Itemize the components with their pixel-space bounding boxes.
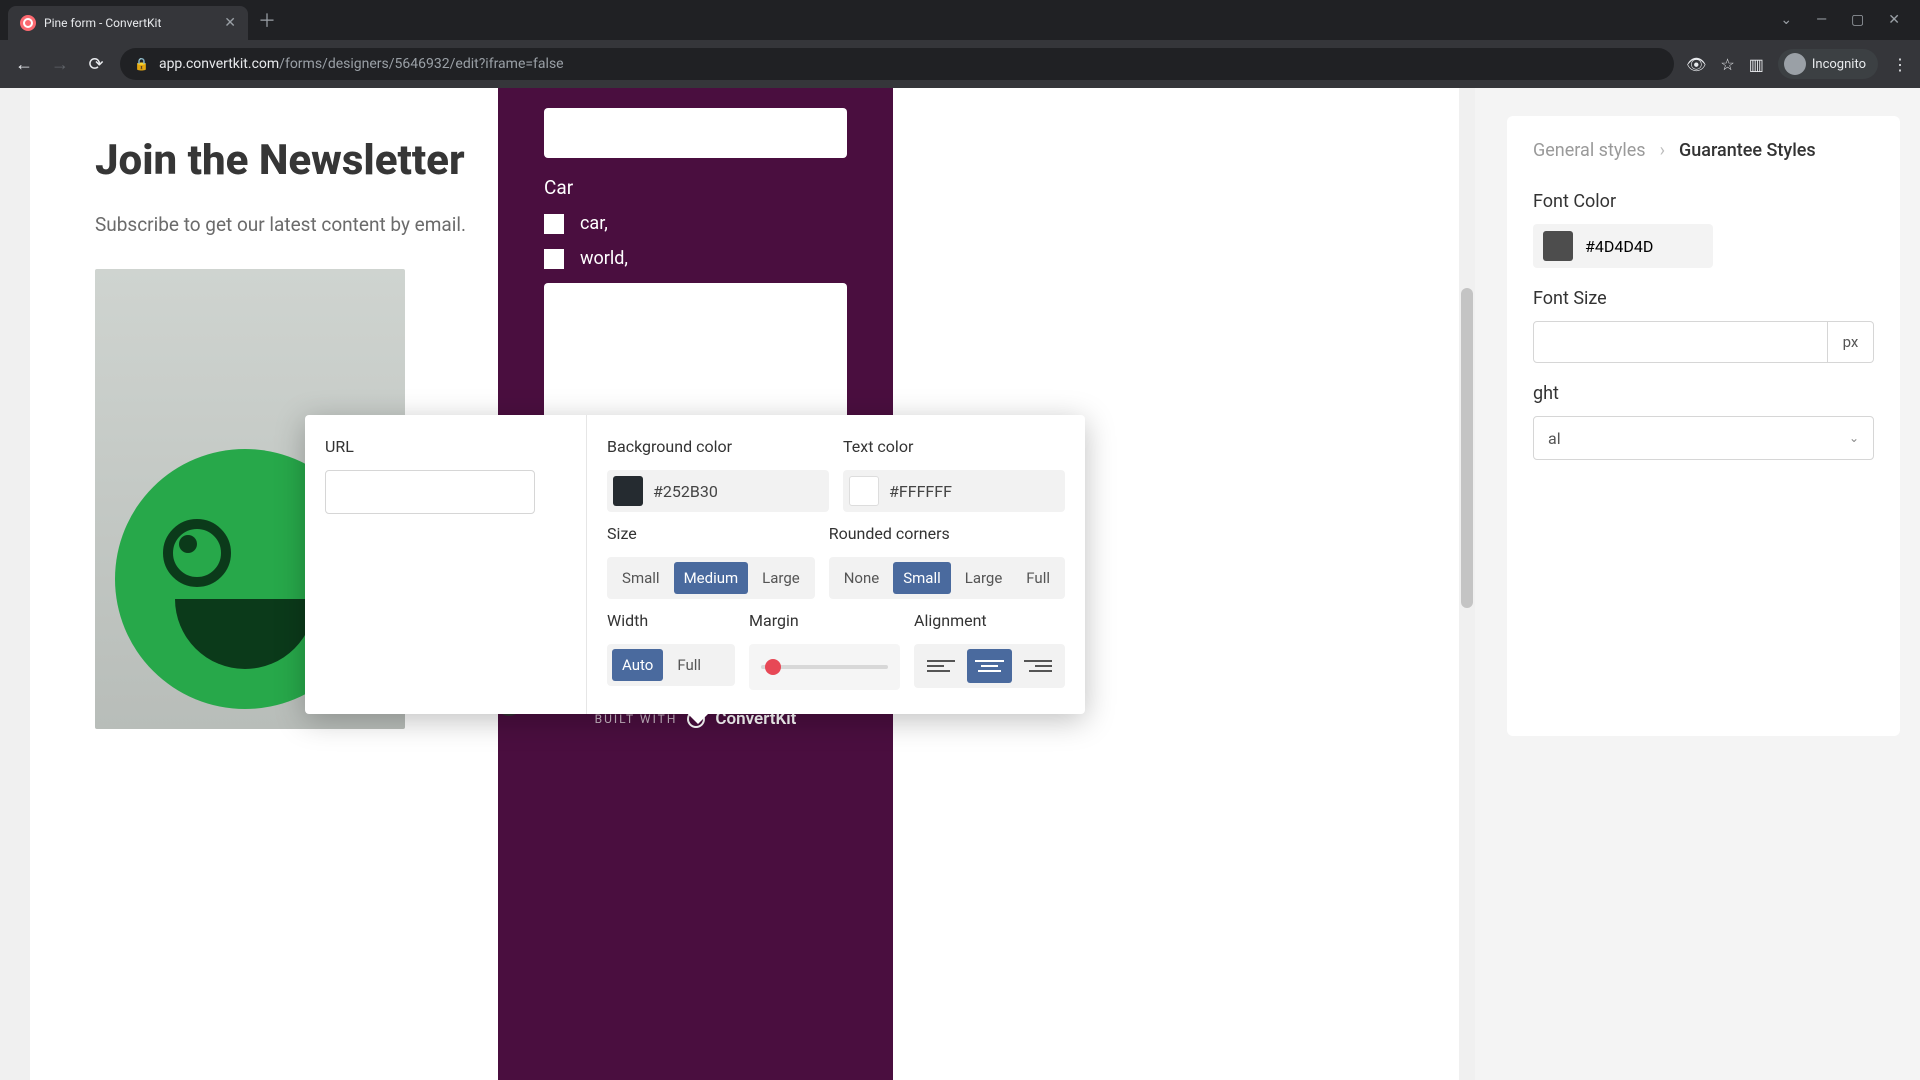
checkbox-label: world, bbox=[580, 248, 628, 269]
font-weight-value-partial: al bbox=[1548, 429, 1561, 448]
corners-full[interactable]: Full bbox=[1016, 562, 1060, 594]
new-tab-button[interactable]: ＋ bbox=[258, 7, 276, 33]
minimize-icon[interactable]: — bbox=[1816, 12, 1827, 28]
font-color-value: #4D4D4D bbox=[1585, 237, 1653, 256]
chevron-right-icon: › bbox=[1660, 140, 1665, 161]
bg-color-value: #252B30 bbox=[653, 482, 718, 501]
font-size-input[interactable] bbox=[1533, 321, 1828, 363]
bg-color-label: Background color bbox=[607, 437, 829, 456]
url-field[interactable]: 🔒 app.convertkit.com/forms/designers/564… bbox=[120, 48, 1674, 80]
corners-none[interactable]: None bbox=[834, 562, 890, 594]
vertical-scrollbar[interactable] bbox=[1459, 88, 1475, 1080]
close-window-icon[interactable]: ✕ bbox=[1888, 12, 1900, 28]
align-left-icon[interactable] bbox=[919, 649, 963, 683]
checkbox-icon[interactable] bbox=[544, 214, 564, 234]
width-auto[interactable]: Auto bbox=[612, 649, 663, 681]
side-panel-icon[interactable]: ▥ bbox=[1749, 55, 1764, 74]
newsletter-subtitle[interactable]: Subscribe to get our latest content by e… bbox=[95, 212, 495, 239]
alignment-label: Alignment bbox=[914, 611, 1065, 630]
font-color-swatch bbox=[1543, 231, 1573, 261]
bg-color-field[interactable]: #252B30 bbox=[607, 470, 829, 512]
scrollbar-thumb[interactable] bbox=[1461, 288, 1473, 608]
corners-large[interactable]: Large bbox=[955, 562, 1013, 594]
checkbox-label: car, bbox=[580, 213, 608, 234]
forward-button[interactable]: → bbox=[48, 54, 72, 75]
newsletter-title[interactable]: Join the Newsletter bbox=[95, 138, 495, 184]
corners-label: Rounded corners bbox=[829, 524, 1065, 543]
bookmark-icon[interactable]: ☆ bbox=[1720, 55, 1734, 74]
styles-card: General styles › Guarantee Styles Font C… bbox=[1507, 116, 1900, 736]
bg-color-swatch bbox=[613, 476, 643, 506]
window-controls: ⌄ — ▢ ✕ bbox=[1780, 12, 1912, 28]
slider-thumb[interactable] bbox=[765, 659, 781, 675]
url-label: URL bbox=[325, 437, 566, 456]
browser-tab[interactable]: Pine form - ConvertKit ✕ bbox=[8, 6, 248, 40]
breadcrumb: General styles › Guarantee Styles bbox=[1533, 140, 1874, 161]
convertkit-favicon bbox=[20, 15, 36, 31]
tab-bar: Pine form - ConvertKit ✕ ＋ ⌄ — ▢ ✕ bbox=[0, 0, 1920, 40]
text-color-field[interactable]: #FFFFFF bbox=[843, 470, 1065, 512]
margin-slider[interactable] bbox=[749, 644, 900, 690]
checkbox-icon[interactable] bbox=[544, 249, 564, 269]
eye-off-icon[interactable]: 👁 bbox=[1686, 55, 1706, 74]
size-small[interactable]: Small bbox=[612, 562, 670, 594]
corners-segmented: None Small Large Full bbox=[829, 557, 1065, 599]
maximize-icon[interactable]: ▢ bbox=[1851, 12, 1864, 28]
text-color-label: Text color bbox=[843, 437, 1065, 456]
kebab-menu-icon[interactable]: ⋮ bbox=[1892, 55, 1908, 74]
tab-title: Pine form - ConvertKit bbox=[44, 16, 216, 30]
url-path: /forms/designers/5646932/edit?iframe=fal… bbox=[279, 56, 563, 72]
checkbox-option[interactable]: car, bbox=[544, 213, 847, 234]
url-input[interactable] bbox=[325, 470, 535, 514]
address-bar: ← → ⟳ 🔒 app.convertkit.com/forms/designe… bbox=[0, 40, 1920, 88]
styles-sidebar: General styles › Guarantee Styles Font C… bbox=[1475, 88, 1920, 1080]
checkbox-option[interactable]: world, bbox=[544, 248, 847, 269]
close-tab-icon[interactable]: ✕ bbox=[224, 15, 236, 31]
incognito-icon bbox=[1784, 53, 1806, 75]
size-label: Size bbox=[607, 524, 815, 543]
font-color-label: Font Color bbox=[1533, 191, 1874, 212]
canvas-area: Join the Newsletter Subscribe to get our… bbox=[0, 88, 1475, 1080]
font-weight-select[interactable]: al ⌄ bbox=[1533, 416, 1874, 460]
tab-search-icon[interactable]: ⌄ bbox=[1780, 12, 1792, 28]
corners-small[interactable]: Small bbox=[893, 562, 951, 594]
page-viewport: Join the Newsletter Subscribe to get our… bbox=[0, 88, 1920, 1080]
align-right-icon[interactable] bbox=[1016, 649, 1060, 683]
size-large[interactable]: Large bbox=[752, 562, 810, 594]
lock-icon: 🔒 bbox=[134, 57, 149, 71]
size-segmented: Small Medium Large bbox=[607, 557, 815, 599]
width-full[interactable]: Full bbox=[667, 649, 711, 681]
width-label: Width bbox=[607, 611, 735, 630]
reload-button[interactable]: ⟳ bbox=[84, 54, 108, 75]
crumb-current: Guarantee Styles bbox=[1679, 140, 1816, 161]
font-weight-label-partial: ght bbox=[1533, 383, 1874, 404]
crumb-general-styles[interactable]: General styles bbox=[1533, 140, 1646, 161]
font-size-label: Font Size bbox=[1533, 288, 1874, 309]
font-color-field[interactable]: #4D4D4D bbox=[1533, 224, 1713, 268]
back-button[interactable]: ← bbox=[12, 54, 36, 75]
chevron-down-icon: ⌄ bbox=[1849, 431, 1859, 445]
form-text-input[interactable] bbox=[544, 108, 847, 158]
alignment-segmented bbox=[914, 644, 1065, 688]
width-segmented: Auto Full bbox=[607, 644, 735, 686]
align-center-icon[interactable] bbox=[967, 649, 1011, 683]
browser-chrome: Pine form - ConvertKit ✕ ＋ ⌄ — ▢ ✕ ← → ⟳… bbox=[0, 0, 1920, 88]
incognito-badge[interactable]: Incognito bbox=[1778, 49, 1878, 79]
url-host: app.convertkit.com bbox=[159, 56, 279, 72]
field-label-car[interactable]: Car bbox=[544, 176, 847, 199]
button-settings-popover: URL Background color #252B30 Text color bbox=[305, 415, 1085, 714]
size-medium[interactable]: Medium bbox=[674, 562, 749, 594]
incognito-label: Incognito bbox=[1812, 57, 1866, 72]
built-with-text: BUILT WITH bbox=[595, 712, 678, 726]
text-color-swatch bbox=[849, 476, 879, 506]
text-color-value: #FFFFFF bbox=[889, 482, 952, 501]
margin-label: Margin bbox=[749, 611, 900, 630]
font-size-unit: px bbox=[1828, 321, 1874, 363]
